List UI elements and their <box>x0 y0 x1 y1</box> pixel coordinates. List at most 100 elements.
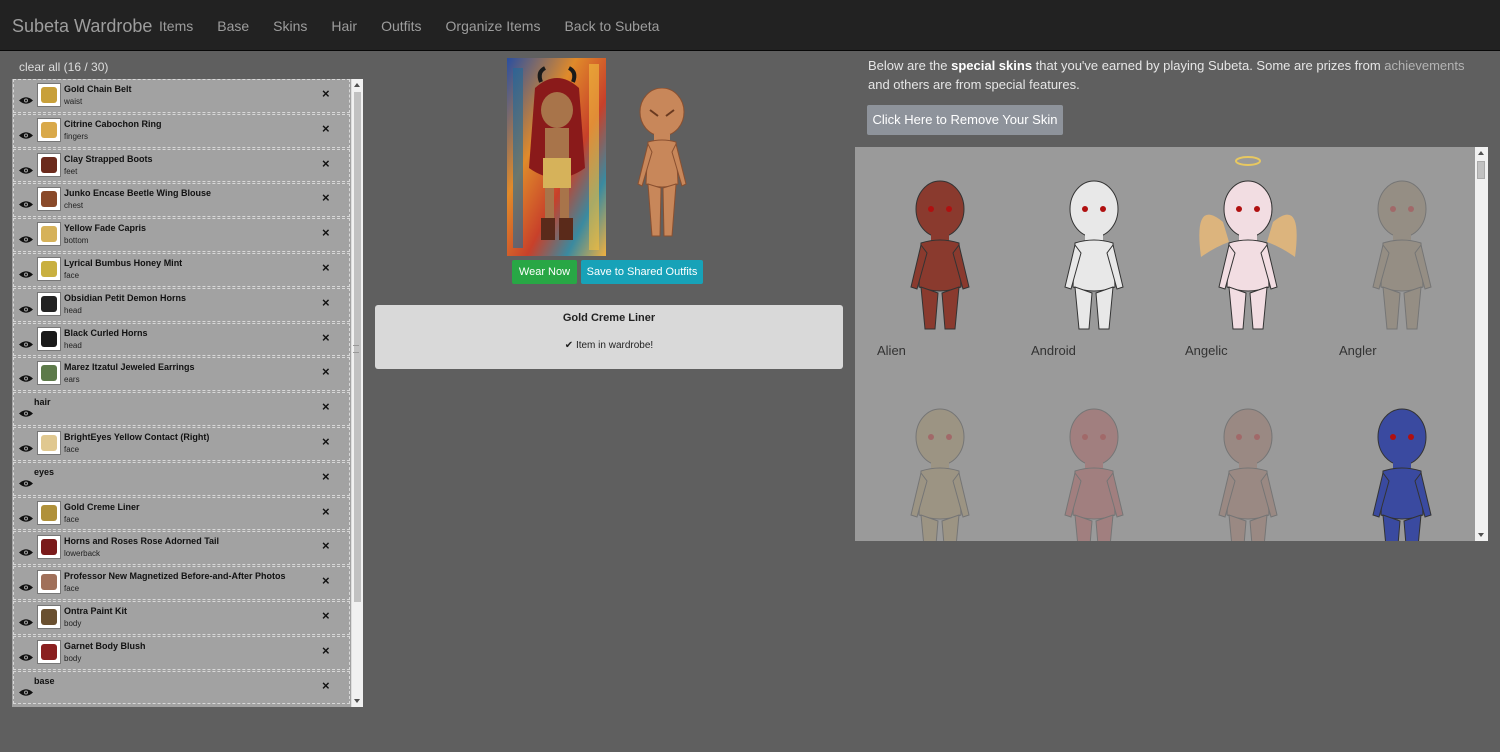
remove-item-icon[interactable]: × <box>322 295 330 310</box>
item-thumbnail[interactable] <box>37 361 61 386</box>
remove-item-icon[interactable]: × <box>322 539 330 553</box>
wardrobe-item-row[interactable]: Lyrical Bumbus Honey Mint face × <box>13 252 350 287</box>
item-thumbnail[interactable] <box>37 256 61 281</box>
save-shared-outfits-button[interactable]: Save to Shared Outfits <box>581 260 703 284</box>
skin-option[interactable]: Android <box>1019 147 1169 358</box>
item-thumbnail[interactable] <box>37 152 61 177</box>
skins-scroll-up-arrow-icon[interactable] <box>1478 151 1484 155</box>
nav-skins[interactable]: Skins <box>261 0 319 51</box>
remove-item-icon[interactable]: × <box>322 469 330 484</box>
nav-back-to-subeta[interactable]: Back to Subeta <box>552 0 671 51</box>
wardrobe-empty-slot-row[interactable]: base × <box>13 670 350 705</box>
remove-item-icon[interactable]: × <box>322 191 330 205</box>
wear-now-button[interactable]: Wear Now <box>512 260 577 284</box>
eye-visibility-icon[interactable] <box>19 649 33 661</box>
skin-option[interactable] <box>1327 375 1477 541</box>
eye-visibility-icon[interactable] <box>19 336 33 348</box>
item-thumbnail[interactable] <box>37 639 61 664</box>
eye-visibility-icon[interactable] <box>19 370 33 383</box>
wardrobe-item-row[interactable]: Garnet Body Blush body × <box>13 635 350 670</box>
eye-visibility-icon[interactable] <box>19 475 33 487</box>
wardrobe-item-row[interactable]: Junko Encase Beetle Wing Blouse chest × <box>13 183 350 218</box>
item-thumbnail[interactable] <box>37 291 61 316</box>
item-thumbnail[interactable] <box>37 604 61 629</box>
item-thumbnail[interactable] <box>37 430 61 455</box>
wardrobe-item-row[interactable]: Horns and Roses Rose Adorned Tail lowerba… <box>13 531 350 566</box>
wardrobe-item-row[interactable]: Obsidian Petit Demon Horns head × <box>13 287 350 322</box>
scroll-down-arrow-icon[interactable] <box>354 699 360 703</box>
nav-base[interactable]: Base <box>205 0 261 51</box>
item-thumbnail[interactable] <box>37 83 61 107</box>
item-thumbnail[interactable] <box>37 187 61 212</box>
remove-item-icon[interactable]: × <box>322 260 330 275</box>
wardrobe-item-row[interactable]: Black Curled Horns head × <box>13 322 350 357</box>
wardrobe-item-row[interactable]: Professor New Magnetized Before-and-Afte… <box>13 566 350 600</box>
skins-intro-text: Below are the special skins that you've … <box>868 56 1468 94</box>
remove-item-icon[interactable]: × <box>322 400 330 414</box>
skin-option[interactable]: Angler <box>1327 147 1477 358</box>
wardrobe-item-row[interactable]: BrightEyes Yellow Contact (Right) face × <box>13 426 350 461</box>
skin-option[interactable] <box>1173 375 1323 541</box>
skin-option[interactable]: Angelic <box>1173 147 1323 358</box>
eye-visibility-icon[interactable] <box>19 92 33 104</box>
skins-scrollbar[interactable] <box>1475 147 1488 541</box>
eye-visibility-icon[interactable] <box>19 266 33 278</box>
remove-item-icon[interactable]: × <box>322 156 330 171</box>
skins-scrollbar-thumb[interactable] <box>1477 161 1485 179</box>
wardrobe-item-row[interactable]: Gold Chain Belt waist × <box>13 79 350 113</box>
clear-all-link[interactable]: clear all (16 / 30) <box>19 60 108 74</box>
remove-item-icon[interactable]: × <box>322 434 330 449</box>
wardrobe-item-row[interactable]: Yellow Fade Capris bottom × <box>13 218 350 252</box>
item-thumbnail[interactable] <box>37 500 61 525</box>
eye-visibility-icon[interactable] <box>19 231 33 243</box>
remove-item-icon[interactable]: × <box>322 365 330 379</box>
eye-visibility-icon[interactable] <box>19 127 33 139</box>
remove-skin-button[interactable]: Click Here to Remove Your Skin <box>867 105 1063 135</box>
remove-item-icon[interactable]: × <box>322 643 330 658</box>
eye-visibility-icon[interactable] <box>19 579 33 591</box>
eye-visibility-icon[interactable] <box>19 301 33 313</box>
remove-item-icon[interactable]: × <box>322 504 330 519</box>
eye-visibility-icon[interactable] <box>19 405 33 417</box>
skins-scroll-down-arrow-icon[interactable] <box>1478 533 1484 537</box>
resize-grip-icon[interactable] <box>353 345 359 353</box>
item-thumbnail[interactable] <box>37 570 61 595</box>
eye-visibility-icon[interactable] <box>19 196 33 209</box>
remove-item-icon[interactable]: × <box>322 87 330 101</box>
wardrobe-item-row[interactable]: Clay Strapped Boots feet × <box>13 148 350 183</box>
skin-option[interactable] <box>865 375 1015 541</box>
wardrobe-item-row[interactable]: Gold Creme Liner face × <box>13 496 350 531</box>
remove-item-icon[interactable]: × <box>322 226 330 240</box>
item-thumbnail[interactable] <box>37 222 61 247</box>
nav-outfits[interactable]: Outfits <box>369 0 433 51</box>
nav-organize-items[interactable]: Organize Items <box>434 0 553 51</box>
wardrobe-item-row[interactable]: Marez Itzatul Jeweled Earrings ears × <box>13 357 350 392</box>
achievements-link[interactable]: achievements <box>1384 58 1464 73</box>
wardrobe-list[interactable]: Gold Chain Belt waist × Citrine Cabochon Ri… <box>12 79 363 707</box>
item-thumbnail[interactable] <box>37 326 61 351</box>
remove-item-icon[interactable]: × <box>322 608 330 623</box>
wardrobe-empty-slot-row[interactable]: eyes × <box>13 461 350 496</box>
wardrobe-empty-slot-row[interactable]: hair × <box>13 392 350 426</box>
remove-item-icon[interactable]: × <box>322 574 330 588</box>
item-thumbnail[interactable] <box>37 117 61 142</box>
eye-visibility-icon[interactable] <box>19 510 33 522</box>
eye-visibility-icon[interactable] <box>19 614 33 626</box>
brand-link[interactable]: Subeta Wardrobe <box>12 15 152 37</box>
wardrobe-item-row[interactable]: Ontra Paint Kit body × <box>13 600 350 635</box>
scroll-up-arrow-icon[interactable] <box>354 83 360 87</box>
remove-item-icon[interactable]: × <box>322 678 330 693</box>
skin-option[interactable] <box>1019 375 1169 541</box>
eye-visibility-icon[interactable] <box>19 544 33 557</box>
eye-visibility-icon[interactable] <box>19 440 33 452</box>
eye-visibility-icon[interactable] <box>19 162 33 174</box>
remove-item-icon[interactable]: × <box>322 121 330 136</box>
skin-option[interactable]: Alien <box>865 147 1015 358</box>
nav-hair[interactable]: Hair <box>319 0 369 51</box>
remove-item-icon[interactable]: × <box>322 330 330 345</box>
wardrobe-list-scrollbar[interactable] <box>351 79 363 707</box>
item-thumbnail[interactable] <box>37 535 61 560</box>
nav-items[interactable]: Items <box>147 0 205 51</box>
wardrobe-item-row[interactable]: Citrine Cabochon Ring fingers × <box>13 113 350 148</box>
eye-visibility-icon[interactable] <box>19 684 33 696</box>
